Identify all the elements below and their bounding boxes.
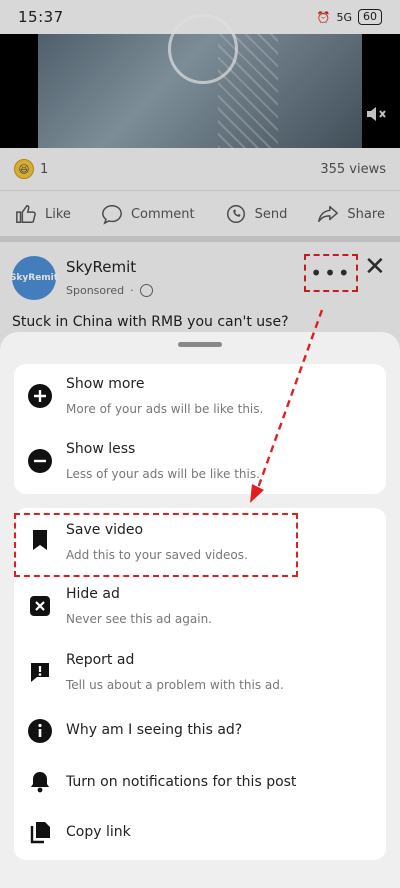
options-bottom-sheet: Show more More of your ads will be like … bbox=[0, 332, 400, 888]
copy-icon bbox=[30, 822, 50, 844]
copy-link-title: Copy link bbox=[66, 824, 131, 840]
annotation-highlight-box bbox=[14, 513, 298, 577]
show-more-subtitle: More of your ads will be like this. bbox=[66, 402, 264, 416]
hide-ad-subtitle: Never see this ad again. bbox=[66, 612, 212, 626]
show-less-subtitle: Less of your ads will be like this. bbox=[66, 467, 260, 481]
notifications-title: Turn on notifications for this post bbox=[66, 774, 297, 790]
why-seeing-ad-title: Why am I seeing this ad? bbox=[66, 722, 243, 738]
why-seeing-ad-item[interactable]: Why am I seeing this ad? bbox=[14, 706, 386, 756]
bell-icon bbox=[31, 772, 49, 793]
copy-link-item[interactable]: Copy link bbox=[14, 808, 386, 858]
report-ad-title: Report ad bbox=[66, 652, 135, 668]
hide-ad-item[interactable]: Hide ad Never see this ad again. bbox=[14, 574, 386, 638]
notifications-item[interactable]: Turn on notifications for this post bbox=[14, 758, 386, 808]
report-icon bbox=[31, 663, 49, 682]
show-less-title: Show less bbox=[66, 441, 136, 457]
hide-icon bbox=[30, 596, 50, 616]
show-more-item[interactable]: Show more More of your ads will be like … bbox=[14, 364, 386, 429]
plus-circle-icon bbox=[28, 384, 52, 408]
minus-circle-icon bbox=[28, 449, 52, 473]
drag-handle[interactable] bbox=[178, 342, 222, 347]
show-more-title: Show more bbox=[66, 376, 145, 392]
info-icon bbox=[28, 719, 52, 743]
report-ad-subtitle: Tell us about a problem with this ad. bbox=[66, 678, 284, 692]
report-ad-item[interactable]: Report ad Tell us about a problem with t… bbox=[14, 640, 386, 704]
hide-ad-title: Hide ad bbox=[66, 586, 120, 602]
ad-preference-group: Show more More of your ads will be like … bbox=[14, 364, 386, 494]
show-less-item[interactable]: Show less Less of your ads will be like … bbox=[14, 429, 386, 494]
